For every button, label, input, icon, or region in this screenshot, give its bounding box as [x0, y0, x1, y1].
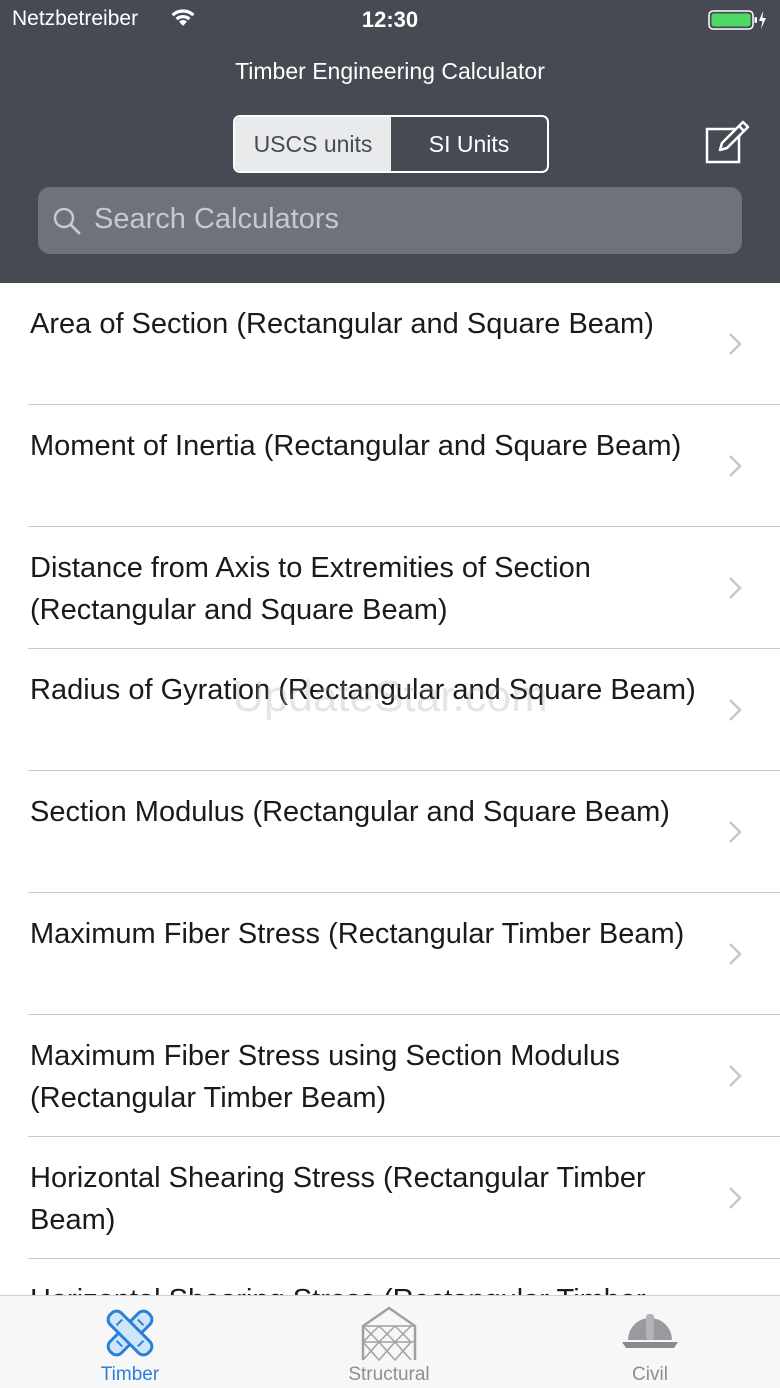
list-item-label: Moment of Inertia (Rectangular and Squar… [30, 430, 682, 462]
search-icon [52, 206, 82, 241]
list-item[interactable]: Horizontal Shearing Stress (Rectangular … [0, 1259, 780, 1295]
page-title: Timber Engineering Calculator [235, 58, 545, 84]
tab-label: Civil [632, 1364, 668, 1385]
tab-label: Timber [100, 1364, 160, 1385]
tab-label: Structural [348, 1364, 430, 1385]
chevron-right-icon [728, 942, 742, 971]
list-item[interactable]: Distance from Axis to Extremities of Sec… [0, 527, 780, 649]
list-item-label: Horizontal Shearing Stress (Rectangular … [30, 1279, 700, 1295]
list-item-label: Area of Section (Rectangular and Square … [30, 308, 654, 340]
structural-icon [359, 1304, 419, 1367]
list-item[interactable]: Area of Section (Rectangular and Square … [0, 283, 780, 405]
list-item-label: Maximum Fiber Stress (Rectangular Timber… [30, 918, 685, 950]
tab-structural[interactable]: Structural [289, 1296, 489, 1388]
compose-button[interactable] [704, 120, 750, 171]
list-item[interactable]: Maximum Fiber Stress using Section Modul… [0, 1015, 780, 1137]
list-item[interactable]: Moment of Inertia (Rectangular and Squar… [0, 405, 780, 527]
list-item[interactable]: Maximum Fiber Stress (Rectangular Timber… [0, 893, 780, 1015]
search-bar[interactable]: Search Calculators [38, 187, 742, 254]
chevron-right-icon [728, 1064, 742, 1093]
list-item-label: Radius of Gyration (Rectangular and Squa… [30, 674, 696, 706]
chevron-right-icon [728, 820, 742, 849]
list-item[interactable]: Radius of Gyration (Rectangular and Squa… [0, 649, 780, 771]
si-units-segment[interactable]: SI Units [391, 117, 547, 171]
uscs-units-segment[interactable]: USCS units [235, 117, 391, 171]
header: Netzbetreiber 12:30 Timber Engineering C… [0, 0, 780, 283]
battery-icon [708, 8, 768, 37]
calculator-list: Area of Section (Rectangular and Square … [0, 283, 780, 1295]
chevron-right-icon [728, 698, 742, 727]
chevron-right-icon [728, 332, 742, 361]
tab-timber[interactable]: Timber [30, 1296, 230, 1388]
units-segmented-control[interactable]: USCS units SI Units [233, 115, 549, 173]
list-item[interactable]: Horizontal Shearing Stress (Rectangular … [0, 1137, 780, 1259]
status-bar: Netzbetreiber 12:30 [0, 0, 780, 40]
list-item-label: Distance from Axis to Extremities of Sec… [30, 552, 591, 626]
search-input[interactable]: Search Calculators [94, 203, 339, 236]
list-item-label: Maximum Fiber Stress using Section Modul… [30, 1040, 620, 1114]
clock: 12:30 [361, 7, 419, 32]
list-item-label: Horizontal Shearing Stress (Rectangular … [30, 1162, 646, 1236]
tab-civil[interactable]: Civil [550, 1296, 750, 1388]
timber-icon [100, 1304, 160, 1367]
hardhat-icon [620, 1304, 680, 1367]
chevron-right-icon [728, 1186, 742, 1215]
compose-icon [704, 120, 750, 170]
list-item-label: Section Modulus (Rectangular and Square … [30, 796, 670, 828]
list-item[interactable]: Section Modulus (Rectangular and Square … [0, 771, 780, 893]
chevron-right-icon [728, 454, 742, 483]
chevron-right-icon [728, 576, 742, 605]
tab-bar: Timber Structural Civil [0, 1295, 780, 1388]
